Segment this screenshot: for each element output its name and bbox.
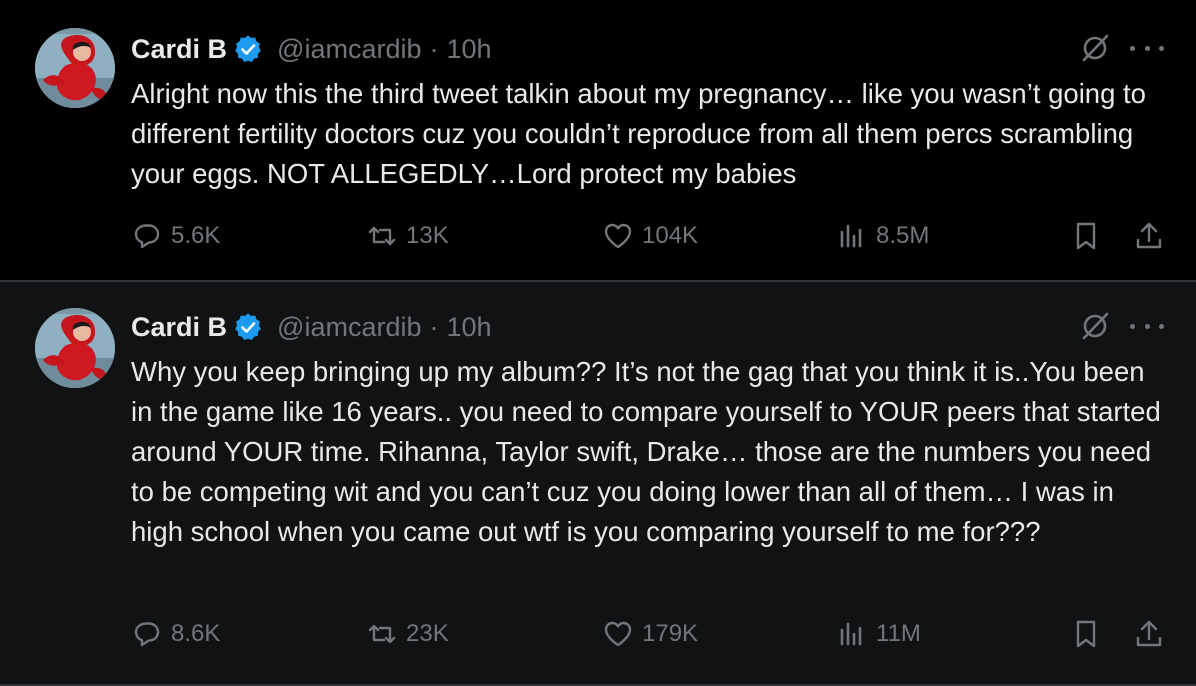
- tweet-text: Alright now this the third tweet talkin …: [131, 78, 1146, 189]
- views-button[interactable]: 8.5M: [836, 220, 929, 252]
- like-button[interactable]: 104K: [602, 220, 698, 252]
- like-button[interactable]: 179K: [602, 618, 698, 650]
- separator-dot: ·: [429, 33, 439, 64]
- views-icon: [840, 224, 862, 248]
- reply-icon: [134, 224, 160, 249]
- view-count: 11M: [876, 620, 921, 647]
- share-button[interactable]: [1133, 220, 1165, 252]
- share-icon: [1136, 222, 1162, 249]
- author-name[interactable]: Cardi B: [131, 312, 227, 343]
- repost-button[interactable]: 23K: [366, 618, 449, 650]
- verified-badge-icon[interactable]: [233, 312, 263, 342]
- repost-button[interactable]: 13K: [366, 220, 449, 252]
- view-count: 8.5M: [876, 222, 930, 249]
- share-button[interactable]: [1133, 618, 1165, 650]
- share-icon: [1136, 620, 1162, 647]
- repost-icon: [368, 226, 396, 246]
- views-button[interactable]: 11M: [836, 618, 921, 650]
- bookmark-icon: [1076, 620, 1096, 648]
- tweet[interactable]: Cardi B @iamcardib · 10h Alright now thi…: [0, 0, 1196, 282]
- tweet-header: Cardi B @iamcardib · 10h: [131, 30, 492, 68]
- author-name[interactable]: Cardi B: [131, 34, 227, 65]
- like-icon: [604, 223, 632, 249]
- more-icon[interactable]: [1130, 311, 1164, 341]
- tweet[interactable]: Cardi B @iamcardib · 10h Why you keep br…: [0, 282, 1196, 686]
- author-handle[interactable]: @iamcardib: [277, 34, 421, 65]
- reply-count: 5.6K: [171, 222, 221, 249]
- grok-icon[interactable]: [1080, 33, 1110, 63]
- more-icon[interactable]: [1130, 33, 1164, 63]
- like-icon: [604, 621, 632, 647]
- author-handle[interactable]: @iamcardib: [277, 312, 421, 343]
- tweet-text: Why you keep bringing up my album?? It’s…: [131, 356, 1161, 547]
- like-count: 104K: [642, 222, 699, 249]
- reply-button[interactable]: 8.6K: [131, 618, 220, 650]
- like-count: 179K: [642, 620, 699, 647]
- repost-icon: [368, 624, 396, 644]
- avatar[interactable]: [35, 28, 115, 108]
- reply-count: 8.6K: [171, 620, 221, 647]
- timestamp[interactable]: 10h: [446, 312, 491, 343]
- verified-badge-icon[interactable]: [233, 34, 263, 64]
- repost-count: 13K: [406, 222, 449, 249]
- separator-dot: ·: [429, 311, 439, 342]
- avatar[interactable]: [35, 308, 115, 388]
- reply-button[interactable]: 5.6K: [131, 220, 220, 252]
- grok-icon[interactable]: [1080, 311, 1110, 341]
- reply-icon: [134, 622, 160, 647]
- tweet-header: Cardi B @iamcardib · 10h: [131, 308, 492, 346]
- bookmark-icon: [1076, 222, 1096, 250]
- timestamp[interactable]: 10h: [446, 34, 491, 65]
- bookmark-button[interactable]: [1070, 220, 1102, 252]
- bookmark-button[interactable]: [1070, 618, 1102, 650]
- views-icon: [840, 622, 862, 646]
- repost-count: 23K: [406, 620, 449, 647]
